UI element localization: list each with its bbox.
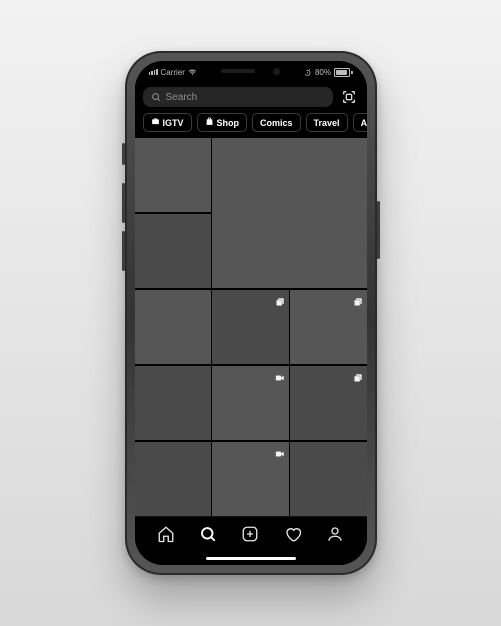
grid-cell[interactable] <box>135 442 211 516</box>
carousel-badge-icon <box>353 370 363 380</box>
grid-cell[interactable] <box>290 442 366 516</box>
chip-label: Travel <box>314 118 340 128</box>
mute-switch <box>122 143 125 165</box>
category-chips: IGTV Shop Comics Travel ART <box>135 113 367 138</box>
scan-button[interactable] <box>339 87 359 107</box>
grid-cell[interactable] <box>212 138 366 288</box>
chip-comics[interactable]: Comics <box>252 113 301 132</box>
chip-label: Shop <box>217 118 240 128</box>
nav-home[interactable] <box>155 523 177 545</box>
tv-icon <box>151 117 160 128</box>
video-badge-icon <box>275 370 285 380</box>
nav-search[interactable] <box>197 523 219 545</box>
nav-create[interactable] <box>239 523 261 545</box>
grid-cell[interactable] <box>212 290 288 364</box>
search-input[interactable]: Search <box>143 87 333 107</box>
plus-icon <box>241 525 259 543</box>
nav-activity[interactable] <box>282 523 304 545</box>
explore-page: Search IGTV Shop Comics Travel ART <box>135 83 367 565</box>
phone-frame: Carrier 10:22 80% Search <box>125 51 377 575</box>
video-badge-icon <box>275 446 285 456</box>
grid-cell[interactable] <box>135 366 211 440</box>
chip-art[interactable]: ART <box>353 113 367 132</box>
chip-shop[interactable]: Shop <box>197 113 248 132</box>
carrier-label: Carrier <box>161 68 185 77</box>
chip-travel[interactable]: Travel <box>306 113 348 132</box>
grid-cell[interactable] <box>135 290 211 364</box>
chip-label: ART <box>361 118 367 128</box>
chip-label: IGTV <box>163 118 184 128</box>
heart-icon <box>284 525 302 543</box>
search-icon <box>151 92 161 102</box>
power-button <box>377 201 380 259</box>
bottom-nav <box>135 516 367 551</box>
search-icon <box>199 525 217 543</box>
home-indicator[interactable] <box>135 551 367 565</box>
grid-cell[interactable] <box>135 138 211 212</box>
battery-pct-label: 80% <box>315 68 331 77</box>
scan-icon <box>341 89 357 105</box>
grid-cell[interactable] <box>290 366 366 440</box>
grid-cell[interactable] <box>212 366 288 440</box>
nav-profile[interactable] <box>324 523 346 545</box>
grid-cell[interactable] <box>135 214 211 288</box>
carousel-badge-icon <box>275 294 285 304</box>
grid-cell[interactable] <box>290 290 366 364</box>
signal-icon <box>149 69 158 75</box>
volume-down <box>122 231 125 271</box>
volume-up <box>122 183 125 223</box>
bag-icon <box>205 117 214 128</box>
grid-cell[interactable] <box>212 442 288 516</box>
home-icon <box>157 525 175 543</box>
search-placeholder: Search <box>166 92 198 103</box>
notch <box>195 61 307 81</box>
explore-grid <box>135 138 367 516</box>
battery-icon <box>334 68 353 77</box>
carousel-badge-icon <box>353 294 363 304</box>
chip-igtv[interactable]: IGTV <box>143 113 192 132</box>
chip-label: Comics <box>260 118 293 128</box>
profile-icon <box>326 525 344 543</box>
screen: Carrier 10:22 80% Search <box>135 61 367 565</box>
